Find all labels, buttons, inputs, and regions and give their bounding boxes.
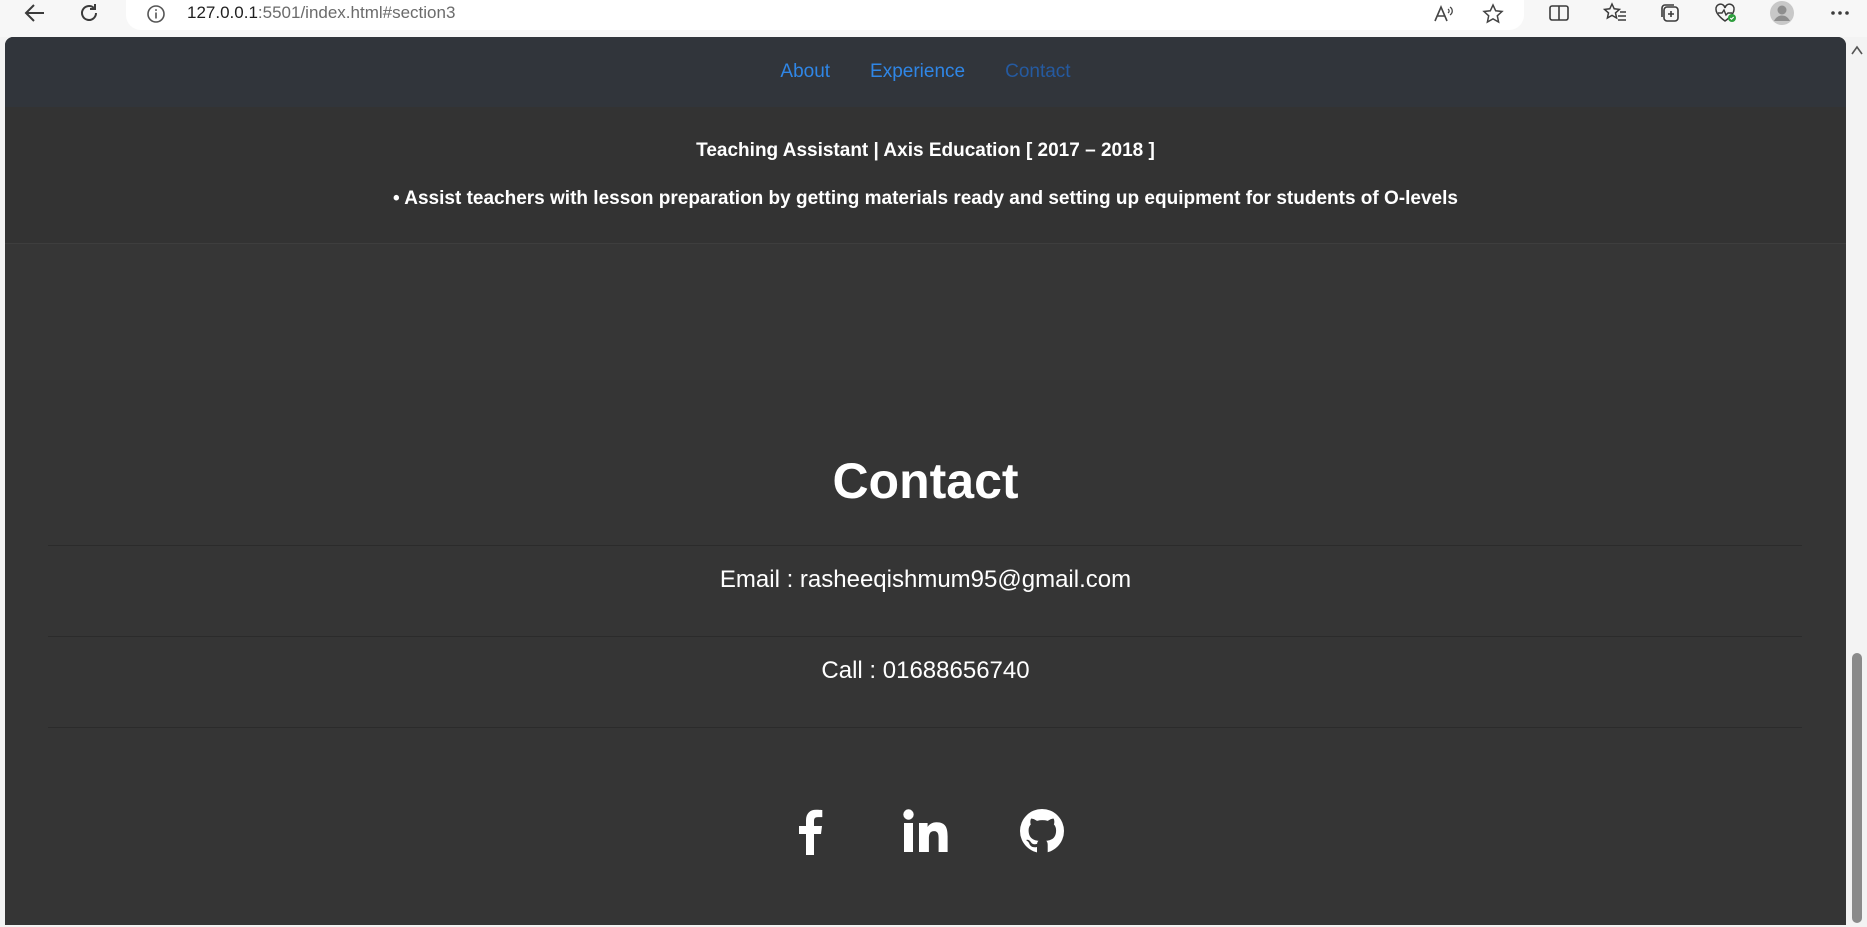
contact-heading: Contact (832, 453, 1019, 509)
url-path: :5501/index.html#section3 (257, 3, 456, 22)
url-host: 127.0.0.1 (187, 3, 258, 22)
scroll-up-arrow-icon[interactable] (1850, 44, 1864, 56)
email-line: Email : rasheeqishmum95@gmail.com (719, 566, 1132, 593)
experience-title: Teaching Assistant | Axis Education [ 20… (696, 140, 1155, 161)
read-aloud-icon[interactable] (1431, 2, 1457, 26)
favorite-star-icon[interactable] (1480, 2, 1506, 26)
info-icon[interactable] (146, 4, 166, 29)
address-bar[interactable]: 127.0.0.1:5501/index.html#section3 (126, 0, 1524, 30)
page-viewport: About Experience Contact Teaching Assist… (5, 37, 1846, 925)
divider (48, 727, 1802, 728)
nav-experience-link[interactable]: Experience (870, 61, 965, 83)
nav-about-link[interactable]: About (780, 61, 830, 83)
profile-avatar-icon[interactable] (1764, 0, 1800, 26)
contact-section: Contact Email : rasheeqishmum95@gmail.co… (5, 380, 1846, 925)
nav-contact-link[interactable]: Contact (1005, 61, 1070, 83)
linkedin-icon[interactable] (900, 805, 952, 857)
github-icon[interactable] (1016, 805, 1068, 857)
experience-bullet: • Assist teachers with lesson preparatio… (393, 188, 1458, 209)
browser-essentials-icon[interactable] (1707, 0, 1743, 26)
split-screen-icon[interactable] (1541, 0, 1577, 26)
call-line: Call : 01688656740 (821, 657, 1030, 684)
favorites-icon[interactable] (1597, 0, 1633, 26)
social-links (5, 805, 1846, 857)
url-text[interactable]: 127.0.0.1:5501/index.html#section3 (187, 3, 455, 23)
experience-entry: Teaching Assistant | Axis Education [ 20… (5, 107, 1846, 244)
divider (48, 636, 1802, 637)
scrollbar-thumb[interactable] (1852, 653, 1862, 923)
divider (48, 545, 1802, 546)
facebook-icon[interactable] (784, 805, 836, 857)
back-icon[interactable] (17, 0, 53, 26)
browser-toolbar: 127.0.0.1:5501/index.html#section3 (0, 0, 1867, 37)
more-options-icon[interactable] (1822, 0, 1858, 26)
refresh-icon[interactable] (71, 0, 107, 26)
collections-icon[interactable] (1652, 0, 1688, 26)
top-navbar: About Experience Contact (5, 37, 1846, 107)
